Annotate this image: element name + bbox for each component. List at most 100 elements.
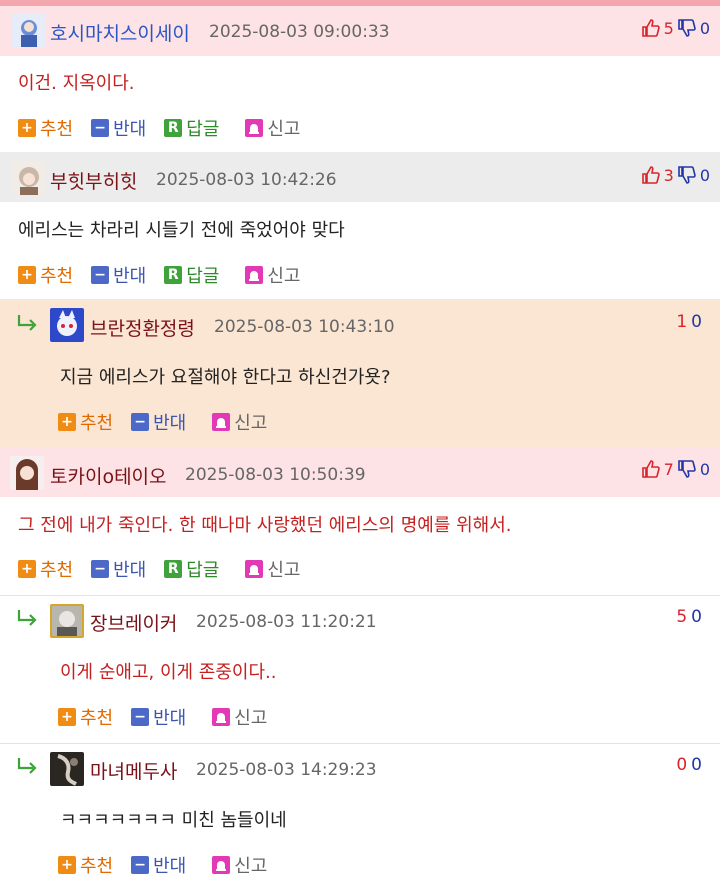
thumbs-down-icon[interactable]	[677, 459, 697, 479]
reply-arrow-icon	[17, 610, 37, 626]
siren-icon	[212, 708, 231, 726]
nickname[interactable]: 부힛부히힛	[50, 167, 137, 194]
recommend-button[interactable]: + 추천	[58, 409, 113, 435]
recommend-button[interactable]: + 추천	[58, 852, 113, 878]
oppose-button[interactable]: − 반대	[91, 556, 146, 582]
downvote-count: 0	[691, 755, 702, 775]
siren-icon	[245, 266, 264, 284]
reply-item: 장브레이커 2025-08-03 11:20:21 50 이게 순애고, 이게 …	[0, 596, 720, 743]
avatar[interactable]	[12, 14, 46, 48]
report-button[interactable]: 신고	[212, 409, 267, 435]
avatar[interactable]	[50, 604, 84, 638]
reply-icon: R	[164, 560, 183, 578]
vote-counts: 50	[676, 607, 702, 627]
downvote-count: 0	[699, 165, 710, 185]
siren-icon	[212, 856, 231, 874]
reply-button[interactable]: R 답글	[164, 115, 219, 141]
reply-icon: R	[164, 266, 183, 284]
oppose-button[interactable]: − 반대	[131, 704, 186, 730]
timestamp: 2025-08-03 10:43:10	[214, 317, 395, 337]
recommend-button[interactable]: + 추천	[18, 115, 73, 141]
plus-icon: +	[58, 856, 76, 874]
reply-item: 마녀메두사 2025-08-03 14:29:23 00 ㅋㅋㅋㅋㅋㅋㅋ 미친 …	[0, 744, 720, 889]
plus-icon: +	[58, 413, 76, 431]
nickname[interactable]: 호시마치스이세이	[50, 19, 190, 46]
comment-item: 토카이o테이오 2025-08-03 10:50:39 7 0 그 전에 내가 …	[0, 447, 720, 593]
comment-text: 이건. 지옥이다.	[18, 73, 135, 94]
report-button[interactable]: 신고	[245, 115, 301, 141]
plus-icon: +	[18, 266, 36, 284]
comment-header: 호시마치스이세이 2025-08-03 09:00:33 5 0	[0, 6, 720, 56]
downvote-count: 0	[699, 18, 710, 38]
vote-counts: 3 0	[641, 165, 710, 185]
recommend-button[interactable]: + 추천	[18, 556, 73, 582]
downvote-count: 0	[699, 459, 710, 479]
vote-counts: 00	[676, 755, 702, 775]
nickname[interactable]: 마녀메두사	[90, 757, 177, 784]
oppose-button[interactable]: − 반대	[131, 409, 186, 435]
minus-icon: −	[91, 560, 110, 578]
upvote-count: 3	[663, 165, 674, 185]
comment-text: ㅋㅋㅋㅋㅋㅋㅋ 미친 놈들이네	[60, 810, 287, 831]
comment-actions: + 추천 − 반대 신고	[58, 704, 285, 730]
siren-icon	[245, 119, 264, 137]
avatar[interactable]	[12, 161, 46, 195]
report-button[interactable]: 신고	[245, 556, 301, 582]
nickname[interactable]: 브란정환정령	[90, 314, 195, 341]
reply-icon: R	[164, 119, 183, 137]
downvote-count: 0	[691, 312, 702, 332]
vote-counts: 5 0	[641, 18, 710, 38]
siren-icon	[212, 413, 231, 431]
plus-icon: +	[18, 560, 36, 578]
minus-icon: −	[131, 856, 150, 874]
nickname[interactable]: 장브레이커	[90, 609, 177, 636]
comment-actions: + 추천 − 반대 R 답글 신고	[18, 262, 319, 288]
avatar[interactable]	[10, 456, 44, 490]
thumbs-down-icon[interactable]	[677, 18, 697, 38]
timestamp: 2025-08-03 09:00:33	[209, 22, 390, 42]
oppose-button[interactable]: − 반대	[131, 852, 186, 878]
comment-item: 부힛부히힛 2025-08-03 10:42:26 3 0 에리스는 차라리 시…	[0, 152, 720, 299]
upvote-count: 0	[676, 755, 688, 775]
reply-item: 브란정환정령 2025-08-03 10:43:10 10 지금 에리스가 요절…	[0, 299, 720, 447]
nickname[interactable]: 토카이o테이오	[50, 462, 167, 489]
comment-text: 에리스는 차라리 시들기 전에 죽었어야 맞다	[18, 220, 345, 241]
thumbs-up-icon[interactable]	[641, 18, 661, 38]
oppose-button[interactable]: − 반대	[91, 262, 146, 288]
recommend-button[interactable]: + 추천	[18, 262, 73, 288]
comment-actions: + 추천 − 반대 R 답글 신고	[18, 115, 319, 141]
thumbs-up-icon[interactable]	[641, 459, 661, 479]
reply-button[interactable]: R 답글	[164, 556, 219, 582]
oppose-button[interactable]: − 반대	[91, 115, 146, 141]
reply-arrow-icon	[17, 315, 37, 331]
comment-actions: + 추천 − 반대 신고	[58, 409, 285, 435]
avatar[interactable]	[50, 752, 84, 786]
minus-icon: −	[91, 119, 110, 137]
timestamp: 2025-08-03 11:20:21	[196, 612, 377, 632]
minus-icon: −	[131, 413, 150, 431]
siren-icon	[245, 560, 264, 578]
comment-header: 토카이o테이오 2025-08-03 10:50:39 7 0	[0, 447, 720, 497]
thumbs-down-icon[interactable]	[677, 165, 697, 185]
comment-actions: + 추천 − 반대 R 답글 신고	[18, 556, 319, 582]
report-button[interactable]: 신고	[212, 852, 267, 878]
comment-text: 이게 순애고, 이게 존중이다..	[60, 662, 277, 683]
recommend-button[interactable]: + 추천	[58, 704, 113, 730]
comment-actions: + 추천 − 반대 신고	[58, 852, 285, 878]
comment-text: 그 전에 내가 죽인다. 한 때나마 사랑했던 에리스의 명예를 위해서.	[18, 515, 512, 536]
vote-counts: 10	[676, 312, 702, 332]
thumbs-up-icon[interactable]	[641, 165, 661, 185]
upvote-count: 5	[676, 607, 688, 627]
downvote-count: 0	[691, 607, 702, 627]
plus-icon: +	[18, 119, 36, 137]
comment-text: 지금 에리스가 요절해야 한다고 하신건가욧?	[60, 367, 391, 388]
report-button[interactable]: 신고	[245, 262, 301, 288]
comment-item: 호시마치스이세이 2025-08-03 09:00:33 5 0 이건. 지옥이…	[0, 6, 720, 149]
reply-button[interactable]: R 답글	[164, 262, 219, 288]
vote-counts: 7 0	[641, 459, 710, 479]
report-button[interactable]: 신고	[212, 704, 267, 730]
upvote-count: 5	[663, 18, 674, 38]
avatar[interactable]	[50, 308, 84, 342]
reply-arrow-icon	[17, 758, 37, 774]
timestamp: 2025-08-03 10:42:26	[156, 170, 337, 190]
